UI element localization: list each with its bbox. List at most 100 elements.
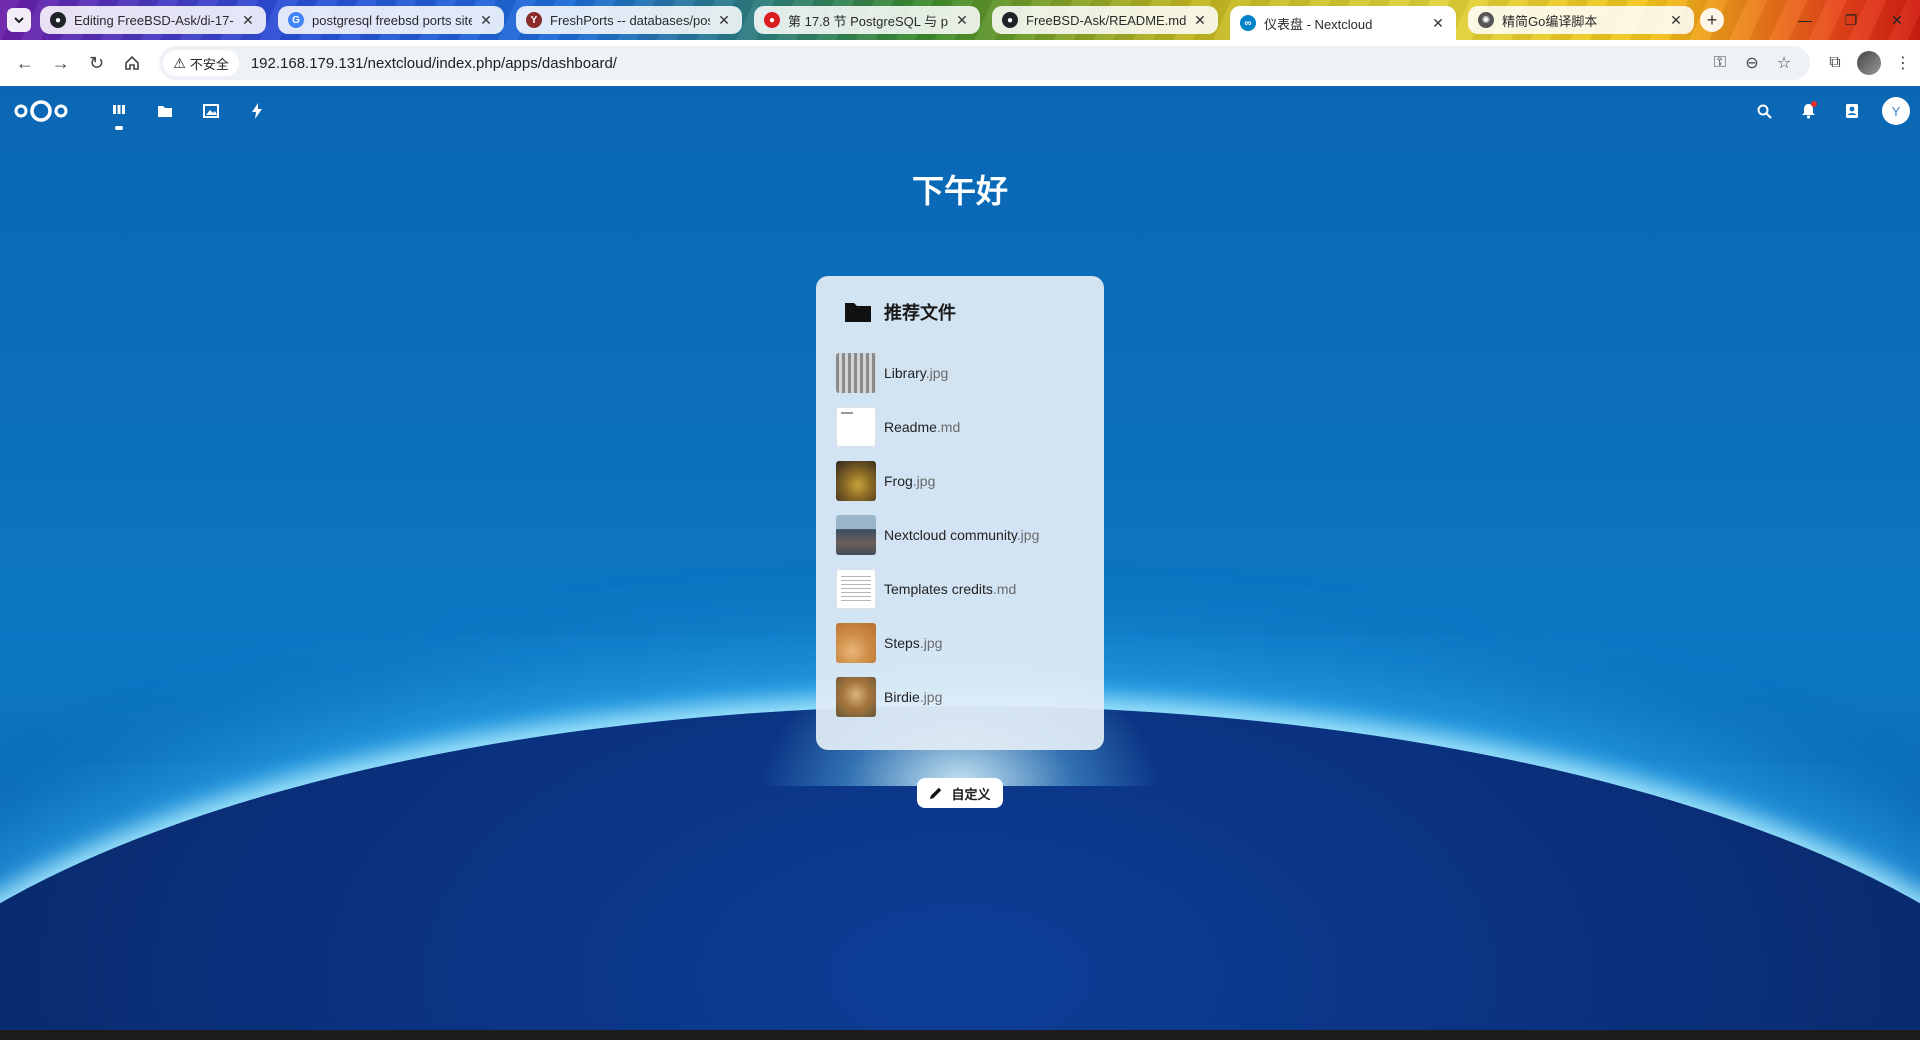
- new-tab-button[interactable]: +: [1700, 8, 1724, 32]
- lightning-icon: [252, 103, 262, 119]
- file-name: Nextcloud community.jpg: [884, 527, 1040, 543]
- app-activity[interactable]: [234, 86, 280, 136]
- unified-search-button[interactable]: [1742, 86, 1786, 136]
- pencil-icon: [930, 787, 942, 799]
- bookmark-star-icon[interactable]: ☆: [1768, 53, 1800, 73]
- file-thumbnail: [836, 515, 876, 555]
- file-item-library[interactable]: Library.jpg: [836, 346, 1084, 400]
- file-item-readme[interactable]: Readme.md: [836, 400, 1084, 454]
- customize-label: 自定义: [951, 787, 991, 803]
- close-icon[interactable]: ✕: [1192, 12, 1208, 29]
- file-thumbnail: [836, 461, 876, 501]
- security-chip[interactable]: ⚠ 不安全: [163, 50, 239, 76]
- address-bar[interactable]: ⚠ 不安全 192.168.179.131/nextcloud/index.ph…: [159, 46, 1810, 80]
- puzzle-icon: ⧉: [1829, 54, 1841, 71]
- file-thumbnail: [836, 353, 876, 393]
- close-icon[interactable]: ✕: [954, 12, 970, 29]
- openai-icon: ✺: [1478, 12, 1494, 28]
- browser-toolbar: ← → ↻ ⚠ 不安全 192.168.179.131/nextcloud/in…: [0, 40, 1920, 86]
- close-icon[interactable]: ✕: [1430, 15, 1446, 32]
- file-name: Frog.jpg: [884, 473, 936, 489]
- active-indicator: [115, 126, 123, 130]
- zoom-icon[interactable]: ⊖: [1736, 53, 1768, 73]
- notification-badge: [1811, 101, 1817, 107]
- tab-freebsd-readme[interactable]: ● FreeBSD-Ask/README.md a ✕: [992, 6, 1218, 34]
- file-name: Steps.jpg: [884, 635, 943, 651]
- forward-button[interactable]: →: [44, 46, 78, 80]
- tab-search-button[interactable]: [7, 8, 31, 32]
- tab-title: Editing FreeBSD-Ask/di-17-z: [74, 12, 234, 28]
- widget-title: 推荐文件: [884, 303, 956, 324]
- file-name: Templates credits.md: [884, 581, 1017, 597]
- reload-icon: ↻: [88, 52, 105, 73]
- file-item-nextcloud-community[interactable]: Nextcloud community.jpg: [836, 508, 1084, 562]
- close-icon: ✕: [1891, 11, 1903, 28]
- file-name: Library.jpg: [884, 365, 949, 381]
- app-photos[interactable]: [188, 86, 234, 136]
- app-dashboard[interactable]: [96, 86, 142, 136]
- warning-icon: ⚠: [173, 54, 186, 71]
- restore-button[interactable]: ❐: [1828, 0, 1874, 40]
- url-text[interactable]: 192.168.179.131/nextcloud/index.php/apps…: [251, 55, 617, 72]
- red-circle-icon: ●: [764, 12, 780, 28]
- browser-menu-button[interactable]: ⋮: [1886, 46, 1920, 80]
- file-name: Readme.md: [884, 419, 961, 435]
- reload-button[interactable]: ↻: [80, 46, 114, 80]
- github-icon: ●: [50, 12, 66, 28]
- home-button[interactable]: [115, 46, 149, 80]
- nextcloud-header: Y: [0, 86, 1920, 136]
- tab-title: postgresql freebsd ports site: [312, 12, 472, 28]
- user-avatar[interactable]: Y: [1882, 97, 1910, 125]
- folder-icon: [845, 303, 871, 322]
- minimize-icon: —: [1798, 12, 1812, 28]
- customize-button[interactable]: 自定义: [917, 778, 1003, 808]
- profile-avatar: [1857, 51, 1881, 75]
- tab-go-script[interactable]: ✺ 精简Go编译脚本 ✕: [1468, 6, 1694, 34]
- tab-editing-freebsd-ask[interactable]: ● Editing FreeBSD-Ask/di-17-z ✕: [40, 6, 266, 34]
- image-icon: [203, 104, 219, 118]
- file-thumbnail: [836, 623, 876, 663]
- recommended-files-widget: 推荐文件 Library.jpg Readme.md Frog.jpg Next…: [816, 276, 1104, 750]
- nextcloud-icon: ∞: [1240, 15, 1256, 31]
- home-icon: [125, 55, 140, 70]
- tab-freshports[interactable]: Y FreshPorts -- databases/post ✕: [516, 6, 742, 34]
- tab-title: 第 17.8 节 PostgreSQL 与 pgA: [788, 13, 948, 29]
- tab-postgresql-chapter[interactable]: ● 第 17.8 节 PostgreSQL 与 pgA ✕: [754, 6, 980, 34]
- file-item-frog[interactable]: Frog.jpg: [836, 454, 1084, 508]
- file-item-steps[interactable]: Steps.jpg: [836, 616, 1084, 670]
- file-item-birdie[interactable]: Birdie.jpg: [836, 670, 1084, 724]
- tab-postgresql-search[interactable]: G postgresql freebsd ports site ✕: [278, 6, 504, 34]
- tab-title: 仪表盘 - Nextcloud: [1264, 16, 1373, 32]
- avatar-initial: Y: [1891, 103, 1901, 119]
- app-menu: [96, 86, 280, 136]
- tab-strip: ● Editing FreeBSD-Ask/di-17-z ✕ G postgr…: [0, 0, 1920, 40]
- profile-button[interactable]: [1852, 46, 1886, 80]
- close-icon[interactable]: ✕: [478, 12, 494, 29]
- tab-title: FreshPorts -- databases/post: [550, 12, 710, 28]
- recommended-file-list: Library.jpg Readme.md Frog.jpg Nextcloud…: [836, 346, 1084, 724]
- close-icon[interactable]: ✕: [716, 12, 732, 29]
- github-icon: ●: [1002, 12, 1018, 28]
- minimize-button[interactable]: —: [1782, 0, 1828, 40]
- file-item-templates-credits[interactable]: Templates credits.md: [836, 562, 1084, 616]
- os-taskbar: [0, 1030, 1920, 1040]
- search-icon: [1757, 104, 1772, 119]
- close-icon[interactable]: ✕: [1668, 12, 1684, 29]
- notifications-button[interactable]: [1786, 86, 1830, 136]
- file-thumbnail: [836, 569, 876, 609]
- security-label: 不安全: [189, 56, 229, 72]
- back-button[interactable]: ←: [8, 46, 42, 80]
- extensions-button[interactable]: ⧉: [1818, 46, 1852, 80]
- arrow-right-icon: →: [51, 52, 70, 73]
- nextcloud-logo[interactable]: [14, 98, 68, 124]
- tab-nextcloud-dashboard[interactable]: ∞ 仪表盘 - Nextcloud ✕: [1230, 6, 1456, 40]
- close-window-button[interactable]: ✕: [1874, 0, 1920, 40]
- tab-title: FreeBSD-Ask/README.md a: [1026, 12, 1186, 28]
- contacts-menu-button[interactable]: [1830, 86, 1874, 136]
- plus-icon: +: [1706, 9, 1718, 30]
- app-files[interactable]: [142, 86, 188, 136]
- password-key-icon[interactable]: ⚿: [1704, 54, 1736, 72]
- chevron-down-icon: [14, 17, 24, 24]
- freshports-icon: Y: [526, 12, 542, 28]
- close-icon[interactable]: ✕: [240, 12, 256, 29]
